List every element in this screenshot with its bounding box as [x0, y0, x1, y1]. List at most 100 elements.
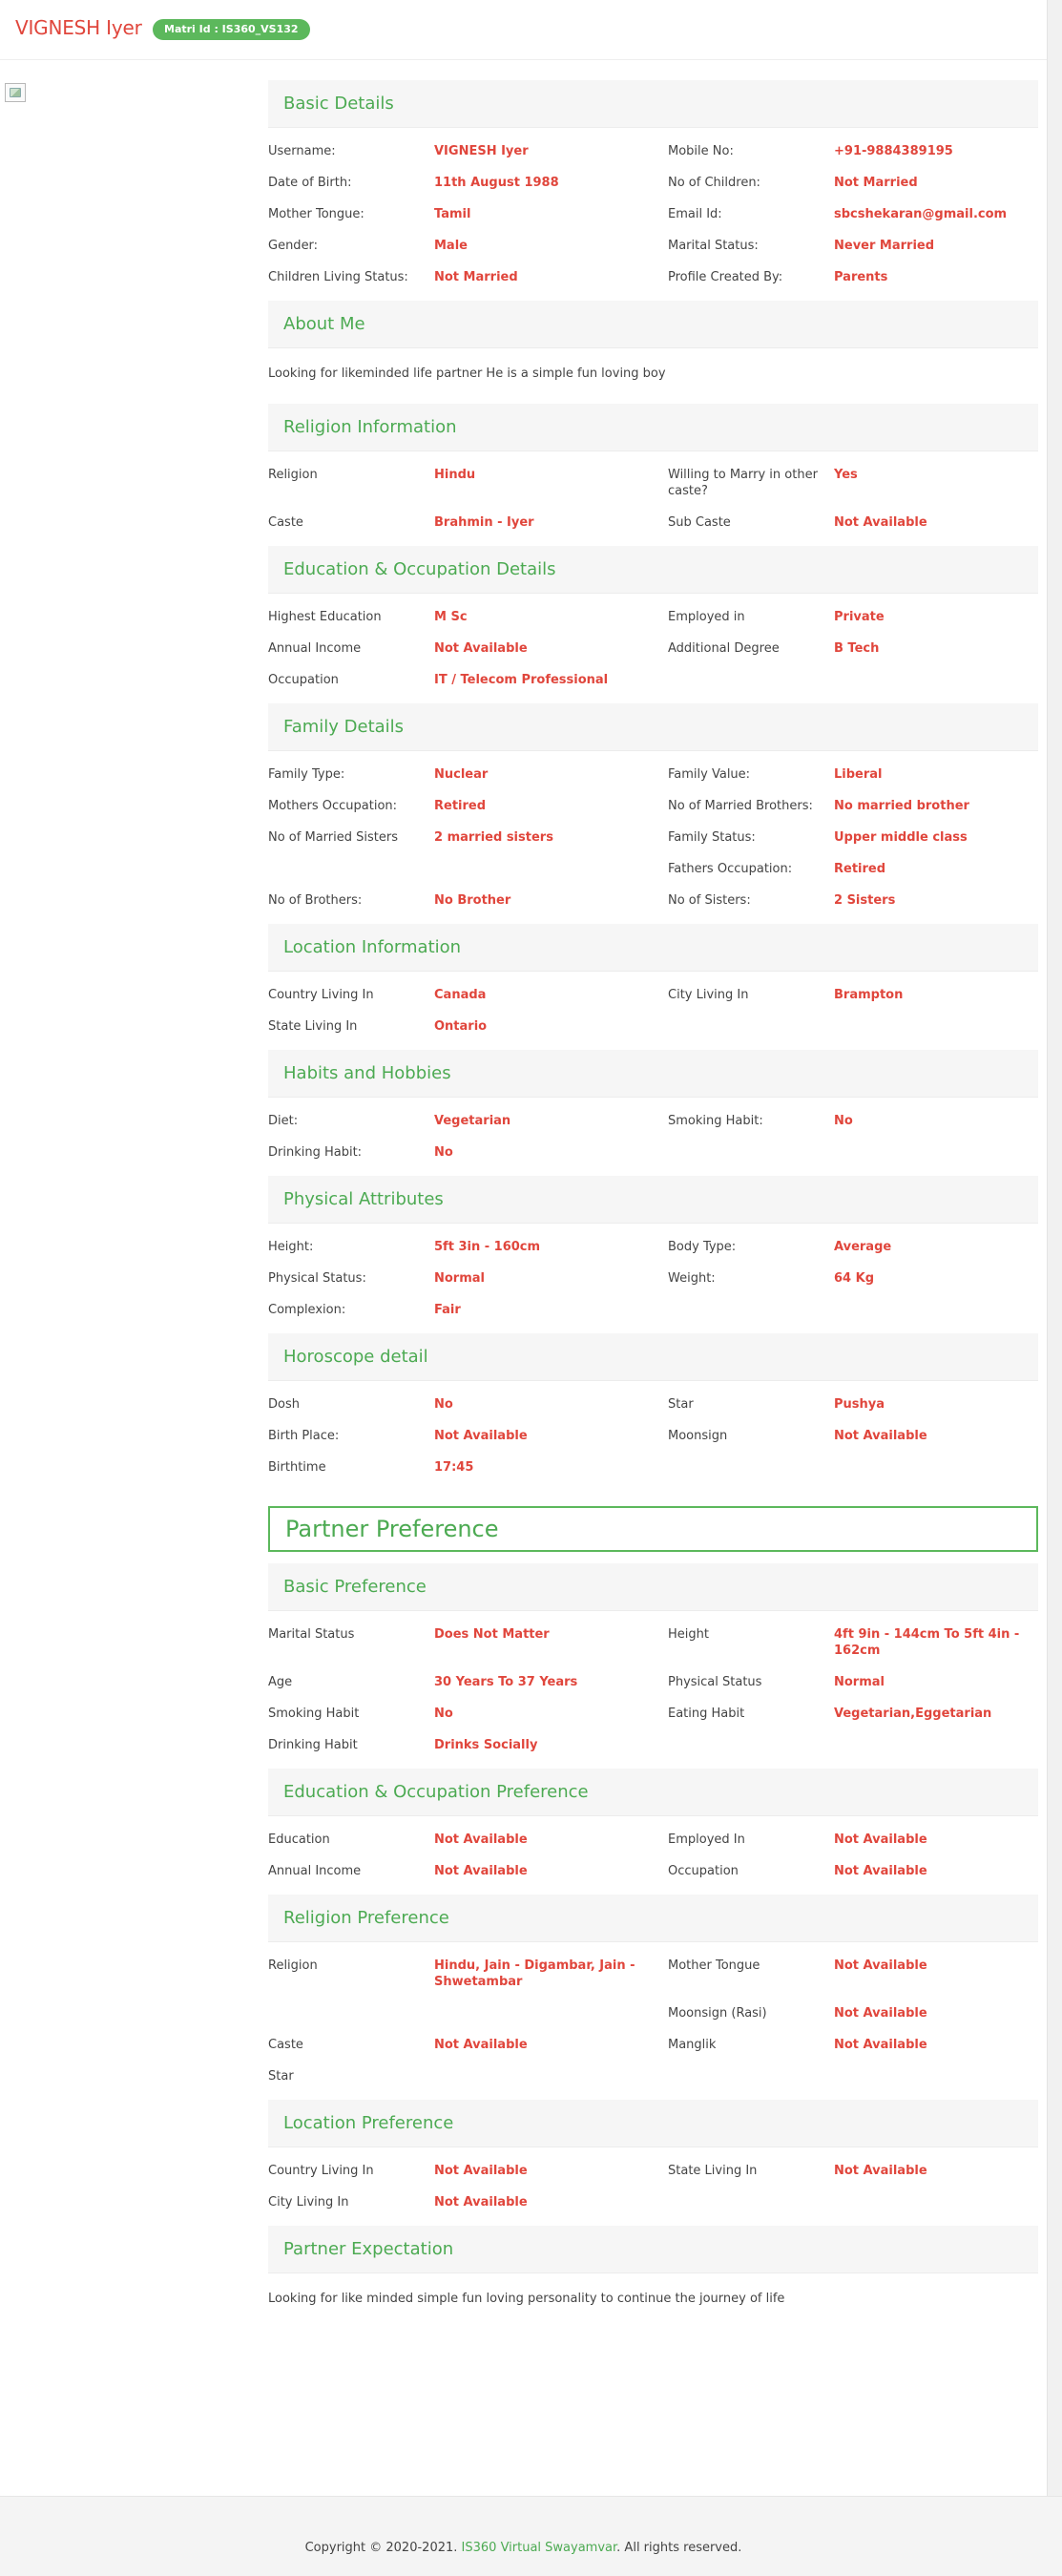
field-value: No — [434, 1145, 453, 1160]
field-label: Mother Tongue: — [268, 207, 364, 221]
field-label: Annual Income — [268, 1864, 362, 1878]
field-label: Dosh — [268, 1397, 300, 1412]
field-value: No Brother — [434, 893, 511, 908]
field-value: Vegetarian,Eggetarian — [834, 1707, 992, 1721]
field-label — [668, 1144, 834, 1161]
profile-content: Basic Details Username: VIGNESH Iyer Mobil… — [268, 80, 1038, 2308]
vertical-scrollbar[interactable] — [1047, 0, 1062, 2496]
education-occupation-grid: Highest Education M Sc Employed in Private A… — [268, 594, 1038, 703]
field-value: 30 Years To 37 Years — [434, 1675, 578, 1689]
field-label: Weight: — [668, 1271, 716, 1286]
field-label — [668, 1459, 834, 1476]
field-label: Sub Caste — [668, 515, 731, 530]
field-value: Tamil — [434, 207, 471, 221]
field-value: Liberal — [834, 767, 883, 782]
field-value: Pushya — [834, 1397, 885, 1412]
field-label: Height: — [268, 1240, 314, 1254]
about-me-text: Looking for likeminded life partner He i… — [268, 367, 666, 381]
field-value: sbcshekaran@gmail.com — [834, 207, 1008, 221]
field-label — [668, 1302, 834, 1318]
field-value: 11th August 1988 — [434, 176, 559, 190]
basic-details-grid: Username: VIGNESH Iyer Mobile No: +91-98843… — [268, 128, 1038, 301]
field-label: Diet: — [268, 1114, 299, 1128]
location-information-grid: Country Living In Canada City Living In Bra… — [268, 972, 1038, 1050]
field-value: Not Available — [834, 1833, 927, 1847]
section-title-family-details: Family Details — [268, 703, 1038, 751]
field-label: Profile Created By: — [668, 270, 783, 284]
field-label: Country Living In — [268, 2164, 374, 2178]
field-label: Physical Status — [668, 1675, 762, 1689]
horoscope-detail-grid: Dosh No Star Pushya Birth Place: Not Availabl… — [268, 1381, 1038, 1491]
field-value: Not Available — [834, 1958, 927, 1973]
section-title-horoscope-detail: Horoscope detail — [268, 1333, 1038, 1381]
field-label: Education — [268, 1833, 330, 1847]
field-label: Smoking Habit — [268, 1707, 360, 1721]
field-value: Not Available — [434, 1429, 528, 1443]
field-value: Not Available — [834, 1429, 927, 1443]
field-label: Date of Birth: — [268, 176, 352, 190]
field-label: Mothers Occupation: — [268, 799, 398, 813]
footer — [0, 2496, 1062, 2576]
field-label: Highest Education — [268, 610, 382, 624]
education-preference-grid: Education Not Available Employed In Not Ava… — [268, 1816, 1038, 1895]
section-title-location-preference: Location Preference — [268, 2100, 1038, 2147]
field-label: Religion — [268, 1958, 318, 1973]
field-value: M Sc — [434, 610, 468, 624]
field-value: Not Available — [834, 2006, 927, 2021]
field-value: 2 married sisters — [434, 830, 553, 845]
habits-hobbies-grid: Diet: Vegetarian Smoking Habit: No Drinking … — [268, 1098, 1038, 1176]
field-value: Not Married — [434, 270, 518, 284]
field-label: Caste — [268, 515, 303, 530]
profile-header: VIGNESH Iyer Matri Id : IS360_VS132 — [0, 0, 1047, 60]
footer-site-link[interactable]: IS360 Virtual Swayamvar — [462, 2541, 617, 2555]
section-title-habits-hobbies: Habits and Hobbies — [268, 1050, 1038, 1098]
field-label: Birthtime — [268, 1460, 326, 1475]
field-label — [668, 2194, 834, 2210]
field-label: Caste — [268, 2038, 303, 2052]
field-label — [668, 672, 834, 688]
section-title-location-information: Location Information — [268, 924, 1038, 972]
field-label: Family Value: — [668, 767, 751, 782]
field-value: B Tech — [834, 641, 880, 656]
section-title-partner-expectation: Partner Expectation — [268, 2226, 1038, 2273]
field-value: Average — [834, 1240, 892, 1254]
field-value: Does Not Matter — [434, 1627, 550, 1642]
field-label: No of Married Brothers: — [668, 799, 813, 813]
section-title-religion-information: Religion Information — [268, 404, 1038, 451]
field-label: Username: — [268, 144, 336, 158]
field-label: Family Status: — [668, 830, 756, 845]
field-value: Upper middle class — [834, 830, 968, 845]
field-label: Birth Place: — [268, 1429, 340, 1443]
field-value: IT / Telecom Professional — [434, 673, 609, 687]
field-label: Mother Tongue — [668, 1958, 760, 1973]
field-value — [834, 672, 1038, 688]
field-value: 64 Kg — [834, 1271, 874, 1286]
field-value: Yes — [834, 468, 858, 482]
field-value — [834, 2068, 1038, 2084]
field-value: Drinks Socially — [434, 1738, 538, 1752]
field-value: Not Available — [434, 1833, 528, 1847]
field-value: Nuclear — [434, 767, 489, 782]
field-value: Not Available — [434, 641, 528, 656]
field-label: Annual Income — [268, 641, 362, 656]
field-value: Hindu, Jain - Digambar, Jain - Shwetamba… — [434, 1958, 635, 1989]
field-value — [834, 1459, 1038, 1476]
field-value: Never Married — [834, 239, 935, 253]
field-label: Country Living In — [268, 988, 374, 1002]
field-value: Vegetarian — [434, 1114, 511, 1128]
field-value: Brampton — [834, 988, 904, 1002]
field-label: No of Sisters: — [668, 893, 751, 908]
section-title-education-preference: Education & Occupation Preference — [268, 1769, 1038, 1816]
field-label: No of Children: — [668, 176, 760, 190]
partner-expectation-text: Looking for like minded simple fun lovin… — [268, 2292, 785, 2306]
field-value: Brahmin - Iyer — [434, 515, 534, 530]
profile-photo-broken-image-icon — [5, 83, 26, 102]
field-label: No of Brothers: — [268, 893, 363, 908]
field-label: Mobile No: — [668, 144, 734, 158]
field-value: Retired — [434, 799, 487, 813]
footer-copyright-prefix: Copyright © 2020-2021. — [304, 2541, 462, 2555]
field-label: Occupation — [268, 673, 339, 687]
field-value: 17:45 — [434, 1460, 474, 1475]
field-label: Moonsign (Rasi) — [668, 2006, 767, 2021]
field-label: Star — [268, 2069, 294, 2084]
